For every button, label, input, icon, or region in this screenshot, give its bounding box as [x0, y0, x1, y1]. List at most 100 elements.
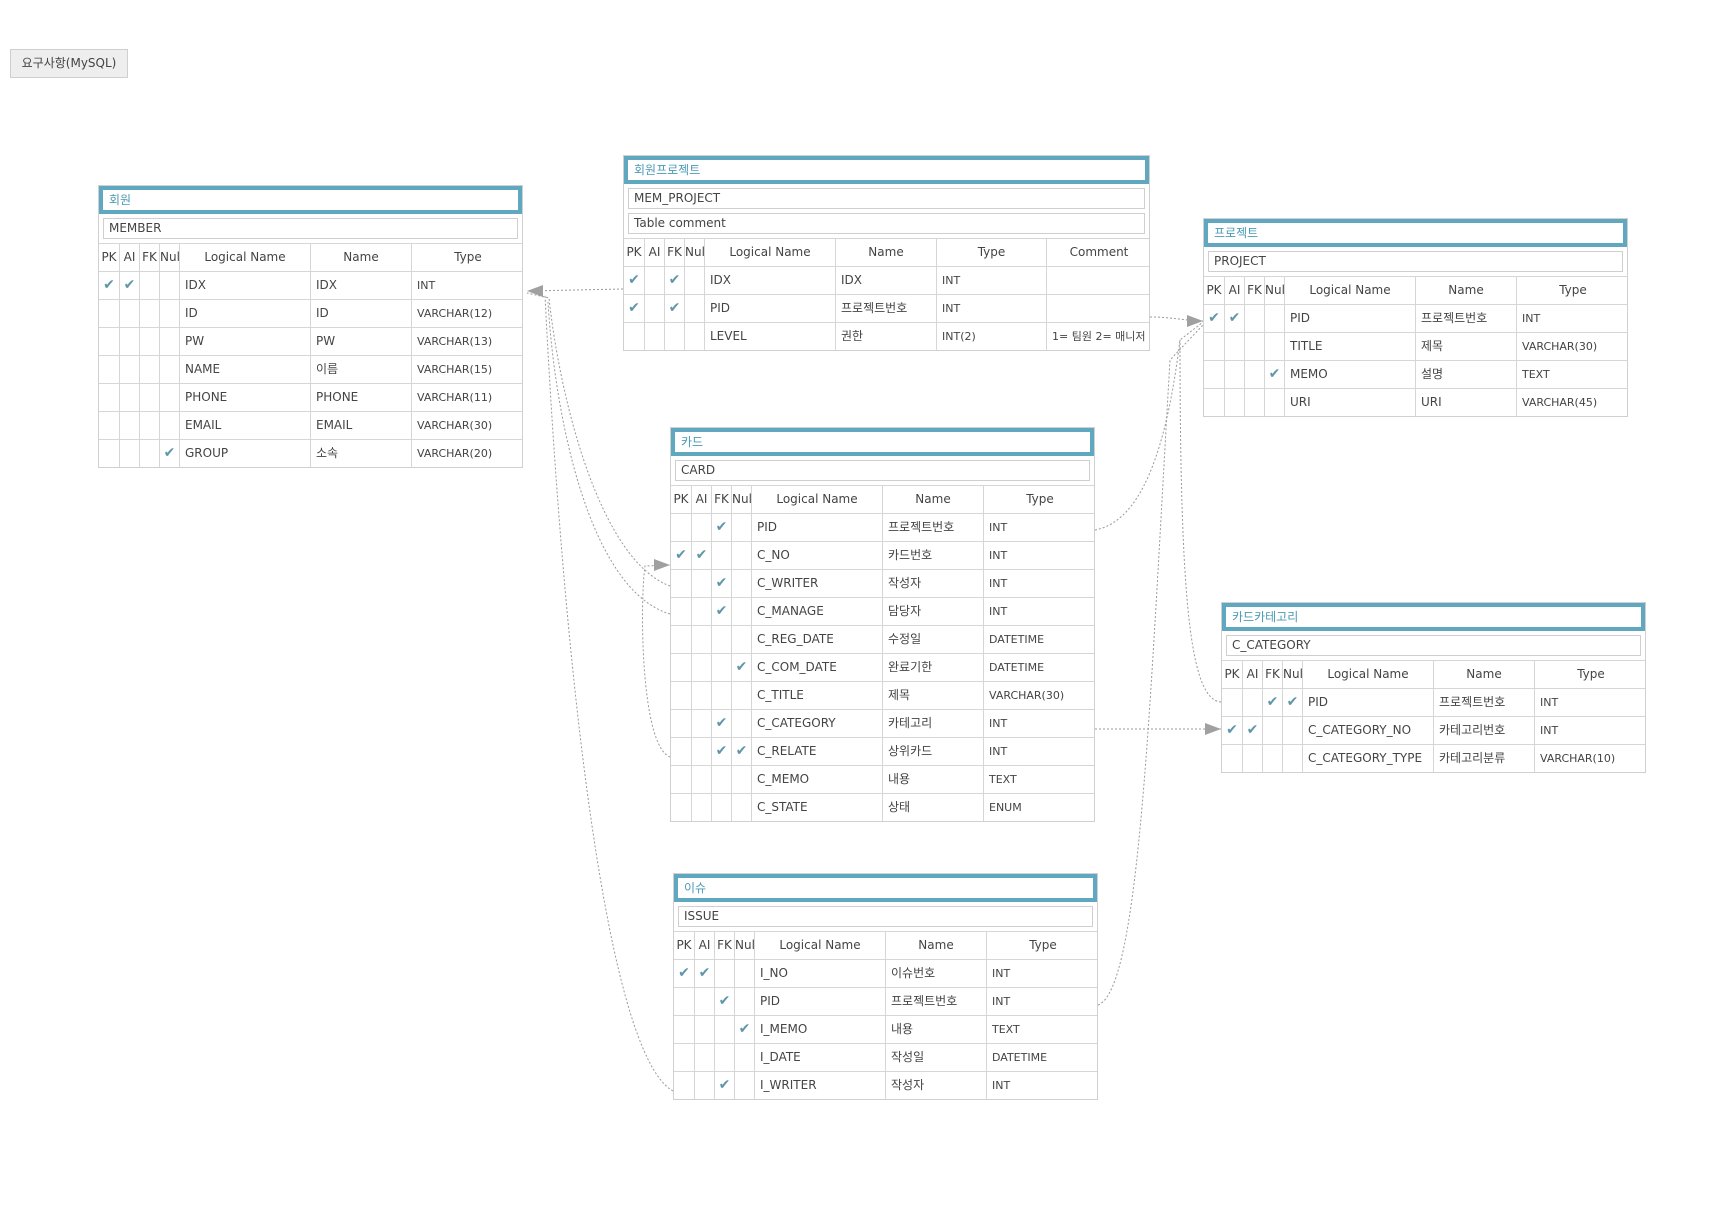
rel-card-relate-self[interactable] — [642, 564, 671, 758]
nul-flag-cell[interactable] — [159, 356, 179, 383]
cell-logical-name[interactable]: IDX — [179, 272, 310, 299]
pk-flag-cell[interactable] — [99, 440, 119, 467]
table-physical-name[interactable]: CARD — [675, 460, 1090, 481]
fk-flag-cell[interactable]: ✔ — [714, 988, 734, 1015]
cell-type[interactable]: VARCHAR(10) — [1534, 745, 1647, 772]
table-logical-name[interactable]: 회원프로젝트 — [624, 156, 1149, 184]
nul-flag-cell[interactable] — [1264, 333, 1284, 360]
table-physical-name[interactable]: MEM_PROJECT — [628, 188, 1145, 209]
ai-flag-cell[interactable] — [691, 738, 711, 765]
table-row[interactable]: C_TITLE 제목 VARCHAR(30) — [671, 681, 1094, 709]
cell-type[interactable]: INT — [411, 272, 524, 299]
fk-flag-cell[interactable]: ✔ — [711, 710, 731, 737]
fk-flag-cell[interactable] — [1244, 333, 1264, 360]
nul-flag-cell[interactable] — [1282, 717, 1302, 744]
table-card[interactable]: 카드 CARD PKAIFKNullLogical NameNameType ✔ PID… — [670, 427, 1095, 822]
cell-logical-name[interactable]: PW — [179, 328, 310, 355]
nul-flag-cell[interactable] — [731, 682, 751, 709]
ai-flag-cell[interactable] — [691, 710, 711, 737]
ai-flag-cell[interactable] — [644, 295, 664, 322]
table-physical-name[interactable]: PROJECT — [1208, 251, 1623, 272]
cell-type[interactable]: DATETIME — [983, 654, 1096, 681]
cell-type[interactable]: INT — [983, 710, 1096, 737]
pk-flag-cell[interactable] — [674, 988, 694, 1015]
nul-flag-cell[interactable] — [159, 412, 179, 439]
table-row[interactable]: C_MEMO 내용 TEXT — [671, 765, 1094, 793]
cell-logical-name[interactable]: TITLE — [1284, 333, 1415, 360]
fk-flag-cell[interactable] — [714, 1044, 734, 1071]
pk-flag-cell[interactable] — [674, 1044, 694, 1071]
cell-name[interactable]: 프로젝트번호 — [882, 514, 983, 541]
table-logical-name[interactable]: 회원 — [99, 186, 522, 214]
pk-flag-cell[interactable] — [671, 514, 691, 541]
cell-type[interactable]: INT — [1534, 689, 1647, 716]
ai-flag-cell[interactable] — [119, 384, 139, 411]
fk-flag-cell[interactable]: ✔ — [711, 738, 731, 765]
ai-flag-cell[interactable] — [691, 682, 711, 709]
pk-flag-cell[interactable]: ✔ — [1222, 717, 1242, 744]
table-row[interactable]: LEVEL 권한 INT(2) 1= 팀원 2= 매니저 — [624, 322, 1149, 350]
cell-name[interactable]: 수정일 — [882, 626, 983, 653]
nul-flag-cell[interactable] — [1282, 745, 1302, 772]
table-row[interactable]: ✔ GROUP 소속 VARCHAR(20) — [99, 439, 522, 467]
cell-name[interactable]: 프로젝트번호 — [1433, 689, 1534, 716]
cell-logical-name[interactable]: NAME — [179, 356, 310, 383]
cell-name[interactable]: 담당자 — [882, 598, 983, 625]
cell-logical-name[interactable]: PID — [704, 295, 835, 322]
fk-flag-cell[interactable]: ✔ — [711, 598, 731, 625]
pk-flag-cell[interactable] — [99, 384, 119, 411]
ai-flag-cell[interactable] — [691, 654, 711, 681]
cell-type[interactable]: INT — [986, 988, 1099, 1015]
ai-flag-cell[interactable] — [119, 300, 139, 327]
cell-logical-name[interactable]: C_NO — [751, 542, 882, 569]
fk-flag-cell[interactable] — [711, 766, 731, 793]
cell-logical-name[interactable]: EMAIL — [179, 412, 310, 439]
table-physical-name[interactable]: C_CATEGORY — [1226, 635, 1641, 656]
pk-flag-cell[interactable] — [671, 570, 691, 597]
nul-flag-cell[interactable]: ✔ — [1282, 689, 1302, 716]
pk-flag-cell[interactable]: ✔ — [671, 542, 691, 569]
table-row[interactable]: ✔ ✔ C_NO 카드번호 INT — [671, 541, 1094, 569]
ai-flag-cell[interactable] — [119, 412, 139, 439]
cell-type[interactable]: INT — [986, 960, 1099, 987]
erd-canvas[interactable]: 요구사항(MySQL) 회원MEMBERPKAIFKNullLogical Na… — [0, 0, 1721, 1223]
cell-name[interactable]: URI — [1415, 389, 1516, 416]
nul-flag-cell[interactable] — [1264, 305, 1284, 332]
nul-flag-cell[interactable] — [734, 988, 754, 1015]
cell-type[interactable]: VARCHAR(30) — [983, 682, 1096, 709]
table-row[interactable]: NAME 이름 VARCHAR(15) — [99, 355, 522, 383]
pk-flag-cell[interactable] — [1204, 333, 1224, 360]
ai-flag-cell[interactable] — [691, 766, 711, 793]
ai-flag-cell[interactable]: ✔ — [119, 272, 139, 299]
fk-flag-cell[interactable] — [139, 300, 159, 327]
fk-flag-cell[interactable] — [139, 440, 159, 467]
cell-logical-name[interactable]: C_WRITER — [751, 570, 882, 597]
cell-type[interactable]: INT — [983, 514, 1096, 541]
pk-flag-cell[interactable] — [624, 323, 644, 350]
cell-type[interactable]: VARCHAR(45) — [1516, 389, 1629, 416]
fk-flag-cell[interactable]: ✔ — [1262, 689, 1282, 716]
table-logical-name[interactable]: 카드카테고리 — [1222, 603, 1645, 631]
table-row[interactable]: ✔ C_COM_DATE 완료기한 DATETIME — [671, 653, 1094, 681]
cell-type[interactable]: INT(2) — [936, 323, 1046, 350]
table-row[interactable]: ✔ ✔ C_CATEGORY_NO 카테고리번호 INT — [1222, 716, 1645, 744]
cell-type[interactable]: VARCHAR(20) — [411, 440, 524, 467]
cell-name[interactable]: PHONE — [310, 384, 411, 411]
cell-type[interactable]: VARCHAR(11) — [411, 384, 524, 411]
fk-flag-cell[interactable] — [139, 272, 159, 299]
nul-flag-cell[interactable] — [1264, 389, 1284, 416]
pk-flag-cell[interactable]: ✔ — [99, 272, 119, 299]
ai-flag-cell[interactable] — [691, 626, 711, 653]
cell-name[interactable]: 내용 — [882, 766, 983, 793]
rel-memproject-project[interactable] — [1149, 316, 1204, 322]
cell-type[interactable]: INT — [986, 1072, 1099, 1099]
cell-name[interactable]: 권한 — [835, 323, 936, 350]
cell-name[interactable]: 카테고리 — [882, 710, 983, 737]
ai-flag-cell[interactable] — [1224, 361, 1244, 388]
nul-flag-cell[interactable] — [731, 766, 751, 793]
nul-flag-cell[interactable] — [684, 323, 704, 350]
nul-flag-cell[interactable] — [731, 542, 751, 569]
pk-flag-cell[interactable] — [99, 328, 119, 355]
ai-flag-cell[interactable] — [691, 598, 711, 625]
cell-type[interactable]: INT — [983, 570, 1096, 597]
